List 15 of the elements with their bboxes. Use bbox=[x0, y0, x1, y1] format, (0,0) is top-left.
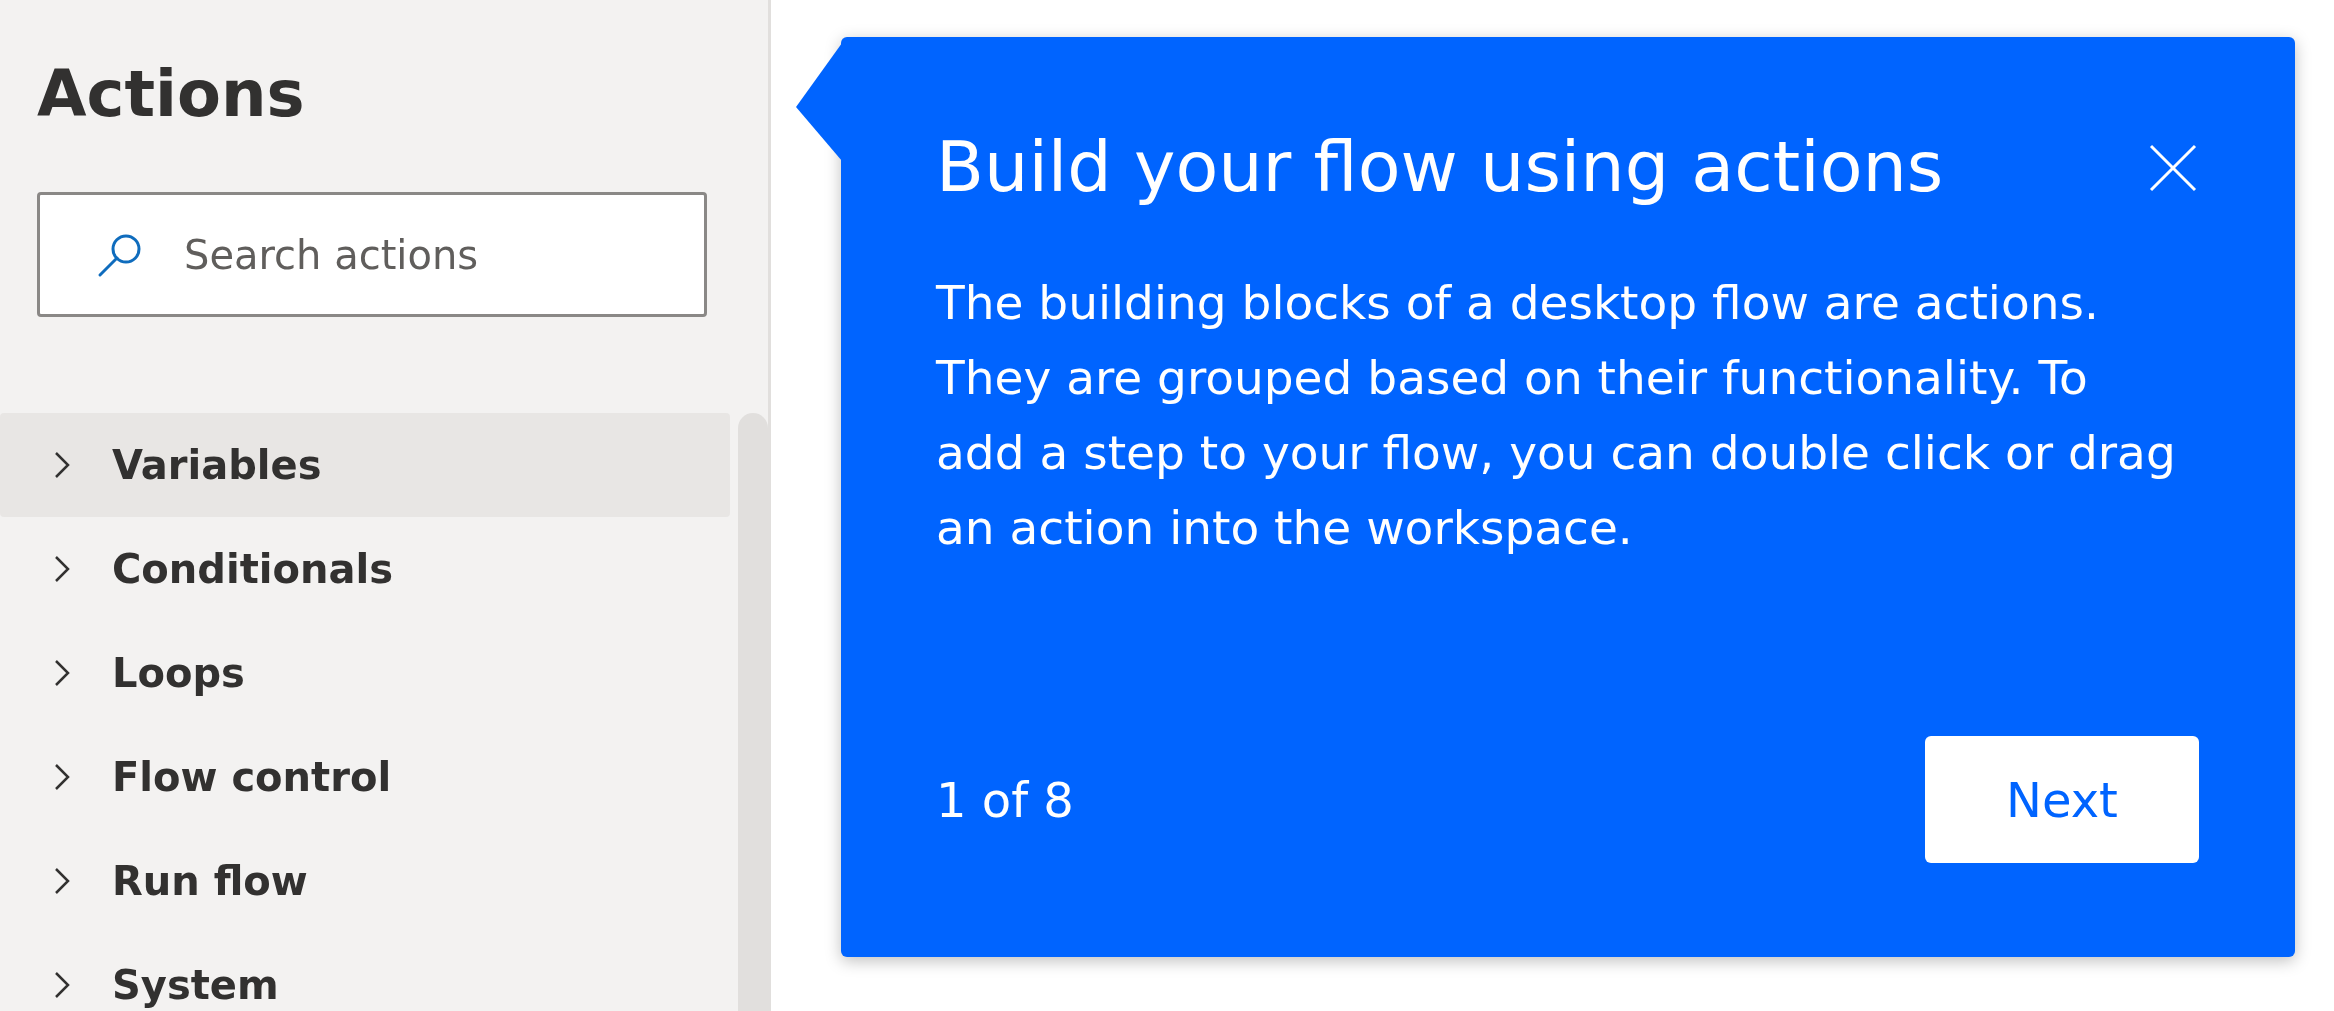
action-category[interactable]: Flow control bbox=[0, 725, 730, 829]
callout-title: Build your flow using actions bbox=[936, 125, 1944, 209]
panel-title: Actions bbox=[37, 62, 306, 126]
close-button[interactable] bbox=[2148, 143, 2198, 193]
callout-text: The building blocks of a desktop flow are actions. They are grouped based on their functionality. To add a step to your flow, you can double click or drag an action into the workspace. bbox=[936, 274, 2177, 557]
search-input[interactable]: Search actions bbox=[182, 230, 704, 279]
action-category[interactable]: Run flow bbox=[0, 829, 730, 933]
action-category[interactable]: Conditionals bbox=[0, 517, 730, 621]
next-button[interactable]: Next bbox=[1925, 736, 2199, 863]
action-category[interactable]: Variables bbox=[0, 413, 730, 517]
action-category[interactable]: Loops bbox=[0, 621, 730, 725]
close-icon bbox=[2148, 143, 2198, 193]
search-field[interactable]: Search actions bbox=[37, 192, 707, 317]
step-counter: 1 of 8 bbox=[936, 771, 1074, 828]
action-category[interactable]: System bbox=[0, 933, 730, 1011]
